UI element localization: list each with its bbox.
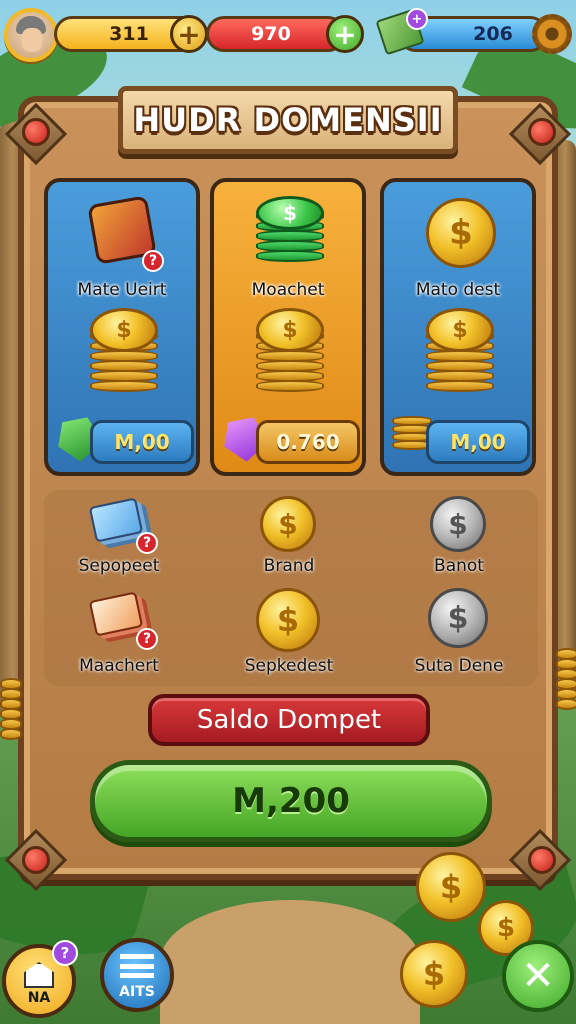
offer-label: Mato dest [415,280,501,300]
red-amount: 970 [251,23,291,45]
rivet [22,118,50,146]
offer-price-text: 0.760 [276,430,340,454]
buy-button-label: M,200 [232,781,350,821]
info-badge: ? [136,628,158,650]
green-chip-icon: $ [256,196,324,230]
rivet [528,118,556,146]
item-label: Sepopeet [78,556,160,576]
offer-card-3[interactable]: $ Mato dest $ M,00 [380,178,536,476]
info-badge: ? [136,532,158,554]
dirt-path [160,900,420,1024]
rivet [528,846,556,874]
offer-price[interactable]: M,00 [90,420,194,464]
title-banner: HUDR DOMENSII [118,86,458,154]
close-button[interactable]: ✕ [502,940,574,1012]
offer-price[interactable]: M,00 [426,420,530,464]
red-currency-display: 970 [206,16,346,52]
add-red-currency-button[interactable]: + [326,15,364,53]
dollar-coin-icon: $ [256,308,324,352]
page-title: HUDR DOMENSII [133,101,443,139]
silver-coin-icon: $ [428,588,488,648]
item-label: Maachert [79,656,159,676]
offer-price-text: M,00 [114,430,170,454]
offer-label: Moachet [251,280,325,300]
dollar-coin-icon: $ [260,496,316,552]
gold-amount: 311 [109,23,149,45]
dollar-coin-icon: $ [426,308,494,352]
offer-price[interactable]: 0.760 [256,420,360,464]
dollar-coin-icon: $ [416,852,486,922]
home-button-label: NA [27,990,51,1006]
item-label: Sepkedest [244,656,334,676]
offer-label: Mate Ueirt [77,280,167,300]
house-icon [24,962,54,988]
player-avatar[interactable] [4,8,58,62]
wallet-balance-button[interactable]: Saldo Dompet [148,694,430,746]
offer-card-2[interactable]: $ Moachet $ 0.760 [210,178,366,476]
offer-card-1[interactable]: ? Mate Ueirt $ M,00 [44,178,200,476]
gear-icon[interactable] [532,14,572,54]
coin-stack-icon [556,648,576,710]
cash-notification-badge: + [406,8,428,30]
info-badge: ? [142,250,164,272]
offer-price-text: M,00 [450,430,506,454]
coin-stack-icon [0,678,22,740]
buy-button[interactable]: M,200 [90,760,492,842]
rivet [22,846,50,874]
silver-coin-icon: $ [430,496,486,552]
add-gold-button[interactable]: + [170,15,208,53]
wallet-balance-label: Saldo Dompet [196,705,382,735]
close-icon: ✕ [521,953,555,999]
cash-amount: 206 [473,23,513,45]
dollar-coin-icon: $ [426,198,496,268]
menu-button[interactable]: AITS [100,938,174,1012]
item-label: Suta Dene [414,656,504,676]
notification-badge: ? [52,940,78,966]
dollar-coin-icon: $ [256,588,320,652]
item-label: Brand [263,556,315,576]
menu-button-label: AITS [119,984,155,1000]
top-hud: 311 + 970 + 206 + [0,6,576,62]
menu-icon [120,954,154,978]
dollar-coin-icon: $ [400,940,468,1008]
dollar-coin-icon: $ [90,308,158,352]
item-label: Banot [434,556,484,576]
